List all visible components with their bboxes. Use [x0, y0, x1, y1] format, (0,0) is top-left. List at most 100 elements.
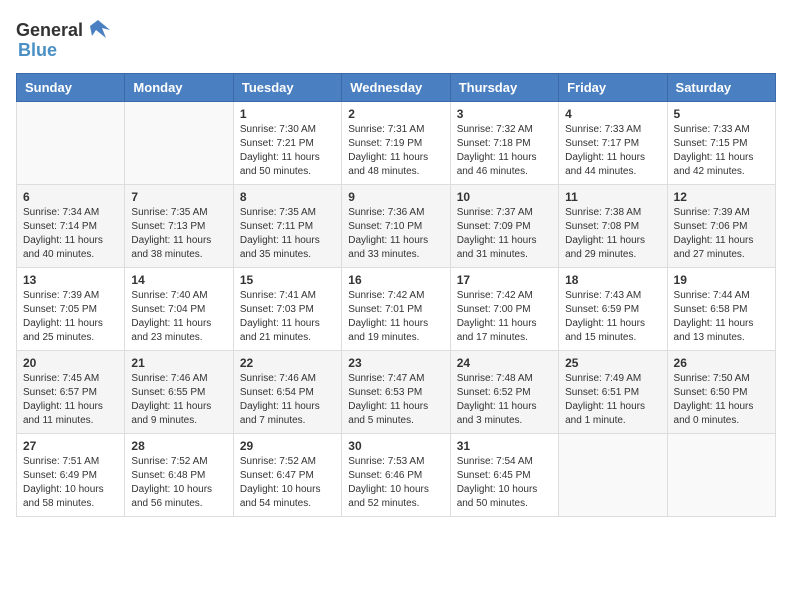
day-info: Sunrise: 7:40 AMSunset: 7:04 PMDaylight:… — [131, 289, 226, 345]
day-number: 21 — [131, 356, 226, 370]
day-info: Sunrise: 7:43 AMSunset: 6:59 PMDaylight:… — [565, 289, 660, 345]
day-info: Sunrise: 7:50 AMSunset: 6:50 PMDaylight:… — [674, 372, 769, 428]
calendar-cell: 2 Sunrise: 7:31 AMSunset: 7:19 PMDaylight… — [342, 102, 450, 185]
day-info: Sunrise: 7:48 AMSunset: 6:52 PMDaylight:… — [457, 372, 552, 428]
day-number: 5 — [674, 107, 769, 121]
calendar-week-row: 6 Sunrise: 7:34 AMSunset: 7:14 PMDaylight… — [17, 185, 776, 268]
day-info: Sunrise: 7:39 AMSunset: 7:06 PMDaylight:… — [674, 206, 769, 262]
day-number: 28 — [131, 439, 226, 453]
calendar-cell: 6 Sunrise: 7:34 AMSunset: 7:14 PMDaylight… — [17, 185, 125, 268]
day-info: Sunrise: 7:52 AMSunset: 6:48 PMDaylight:… — [131, 455, 226, 511]
day-info: Sunrise: 7:49 AMSunset: 6:51 PMDaylight:… — [565, 372, 660, 428]
day-number: 30 — [348, 439, 443, 453]
weekday-header: Friday — [559, 74, 667, 102]
day-info: Sunrise: 7:35 AMSunset: 7:13 PMDaylight:… — [131, 206, 226, 262]
day-info: Sunrise: 7:32 AMSunset: 7:18 PMDaylight:… — [457, 123, 552, 179]
calendar-cell: 23 Sunrise: 7:47 AMSunset: 6:53 PMDayligh… — [342, 351, 450, 434]
day-number: 25 — [565, 356, 660, 370]
day-number: 13 — [23, 273, 118, 287]
day-info: Sunrise: 7:35 AMSunset: 7:11 PMDaylight:… — [240, 206, 335, 262]
calendar-cell: 30Sunrise: 7:53 AMSunset: 6:46 PMDayligh… — [342, 434, 450, 517]
day-info: Sunrise: 7:31 AMSunset: 7:19 PMDaylight:… — [348, 123, 443, 179]
day-info: Sunrise: 7:33 AMSunset: 7:17 PMDaylight:… — [565, 123, 660, 179]
calendar-week-row: 20 Sunrise: 7:45 AMSunset: 6:57 PMDayligh… — [17, 351, 776, 434]
day-number: 3 — [457, 107, 552, 121]
day-info: Sunrise: 7:30 AMSunset: 7:21 PMDaylight:… — [240, 123, 335, 179]
day-number: 26 — [674, 356, 769, 370]
day-number: 1 — [240, 107, 335, 121]
calendar-cell: 25 Sunrise: 7:49 AMSunset: 6:51 PMDayligh… — [559, 351, 667, 434]
weekday-header: Sunday — [17, 74, 125, 102]
calendar-cell: 20 Sunrise: 7:45 AMSunset: 6:57 PMDayligh… — [17, 351, 125, 434]
calendar-cell — [125, 102, 233, 185]
calendar-cell: 9 Sunrise: 7:36 AMSunset: 7:10 PMDaylight… — [342, 185, 450, 268]
calendar-cell — [559, 434, 667, 517]
day-info: Sunrise: 7:36 AMSunset: 7:10 PMDaylight:… — [348, 206, 443, 262]
day-info: Sunrise: 7:47 AMSunset: 6:53 PMDaylight:… — [348, 372, 443, 428]
day-info: Sunrise: 7:34 AMSunset: 7:14 PMDaylight:… — [23, 206, 118, 262]
day-number: 24 — [457, 356, 552, 370]
calendar-cell: 24 Sunrise: 7:48 AMSunset: 6:52 PMDayligh… — [450, 351, 558, 434]
calendar-cell — [17, 102, 125, 185]
day-number: 19 — [674, 273, 769, 287]
calendar-cell: 31 Sunrise: 7:54 AMSunset: 6:45 PMDayligh… — [450, 434, 558, 517]
calendar-cell: 4Sunrise: 7:33 AMSunset: 7:17 PMDaylight… — [559, 102, 667, 185]
day-info: Sunrise: 7:41 AMSunset: 7:03 PMDaylight:… — [240, 289, 335, 345]
calendar-cell: 13 Sunrise: 7:39 AMSunset: 7:05 PMDayligh… — [17, 268, 125, 351]
calendar-cell: 26 Sunrise: 7:50 AMSunset: 6:50 PMDayligh… — [667, 351, 775, 434]
calendar-cell: 29 Sunrise: 7:52 AMSunset: 6:47 PMDayligh… — [233, 434, 341, 517]
calendar-cell: 11Sunrise: 7:38 AMSunset: 7:08 PMDayligh… — [559, 185, 667, 268]
day-number: 6 — [23, 190, 118, 204]
day-number: 29 — [240, 439, 335, 453]
calendar-table: SundayMondayTuesdayWednesdayThursdayFrid… — [16, 73, 776, 517]
calendar-week-row: 1 Sunrise: 7:30 AMSunset: 7:21 PMDaylight… — [17, 102, 776, 185]
page-header: General Blue — [16, 16, 776, 61]
day-info: Sunrise: 7:33 AMSunset: 7:15 PMDaylight:… — [674, 123, 769, 179]
day-info: Sunrise: 7:46 AMSunset: 6:54 PMDaylight:… — [240, 372, 335, 428]
day-number: 14 — [131, 273, 226, 287]
logo: General Blue — [16, 16, 113, 61]
logo-bird-icon — [84, 16, 112, 44]
day-number: 16 — [348, 273, 443, 287]
weekday-header: Tuesday — [233, 74, 341, 102]
day-number: 22 — [240, 356, 335, 370]
day-number: 9 — [348, 190, 443, 204]
day-info: Sunrise: 7:54 AMSunset: 6:45 PMDaylight:… — [457, 455, 552, 511]
day-info: Sunrise: 7:42 AMSunset: 7:01 PMDaylight:… — [348, 289, 443, 345]
calendar-cell: 22 Sunrise: 7:46 AMSunset: 6:54 PMDayligh… — [233, 351, 341, 434]
weekday-header: Monday — [125, 74, 233, 102]
day-number: 27 — [23, 439, 118, 453]
day-number: 17 — [457, 273, 552, 287]
weekday-header: Wednesday — [342, 74, 450, 102]
day-info: Sunrise: 7:46 AMSunset: 6:55 PMDaylight:… — [131, 372, 226, 428]
day-info: Sunrise: 7:37 AMSunset: 7:09 PMDaylight:… — [457, 206, 552, 262]
day-number: 31 — [457, 439, 552, 453]
day-number: 7 — [131, 190, 226, 204]
calendar-cell — [667, 434, 775, 517]
day-number: 15 — [240, 273, 335, 287]
day-info: Sunrise: 7:51 AMSunset: 6:49 PMDaylight:… — [23, 455, 118, 511]
day-number: 20 — [23, 356, 118, 370]
day-info: Sunrise: 7:45 AMSunset: 6:57 PMDaylight:… — [23, 372, 118, 428]
calendar-cell: 19 Sunrise: 7:44 AMSunset: 6:58 PMDayligh… — [667, 268, 775, 351]
calendar-week-row: 27 Sunrise: 7:51 AMSunset: 6:49 PMDayligh… — [17, 434, 776, 517]
calendar-week-row: 13 Sunrise: 7:39 AMSunset: 7:05 PMDayligh… — [17, 268, 776, 351]
calendar-cell: 15 Sunrise: 7:41 AMSunset: 7:03 PMDayligh… — [233, 268, 341, 351]
day-number: 18 — [565, 273, 660, 287]
calendar-cell: 14 Sunrise: 7:40 AMSunset: 7:04 PMDayligh… — [125, 268, 233, 351]
day-number: 23 — [348, 356, 443, 370]
calendar-cell: 12 Sunrise: 7:39 AMSunset: 7:06 PMDayligh… — [667, 185, 775, 268]
calendar-header-row: SundayMondayTuesdayWednesdayThursdayFrid… — [17, 74, 776, 102]
day-info: Sunrise: 7:44 AMSunset: 6:58 PMDaylight:… — [674, 289, 769, 345]
calendar-cell: 21 Sunrise: 7:46 AMSunset: 6:55 PMDayligh… — [125, 351, 233, 434]
logo-text-general: General — [16, 20, 83, 41]
logo-text-blue: Blue — [18, 40, 57, 61]
calendar-cell: 17Sunrise: 7:42 AMSunset: 7:00 PMDayligh… — [450, 268, 558, 351]
calendar-cell: 8Sunrise: 7:35 AMSunset: 7:11 PMDaylight… — [233, 185, 341, 268]
day-number: 2 — [348, 107, 443, 121]
weekday-header: Saturday — [667, 74, 775, 102]
day-number: 12 — [674, 190, 769, 204]
calendar-cell: 3 Sunrise: 7:32 AMSunset: 7:18 PMDaylight… — [450, 102, 558, 185]
day-info: Sunrise: 7:39 AMSunset: 7:05 PMDaylight:… — [23, 289, 118, 345]
day-info: Sunrise: 7:52 AMSunset: 6:47 PMDaylight:… — [240, 455, 335, 511]
